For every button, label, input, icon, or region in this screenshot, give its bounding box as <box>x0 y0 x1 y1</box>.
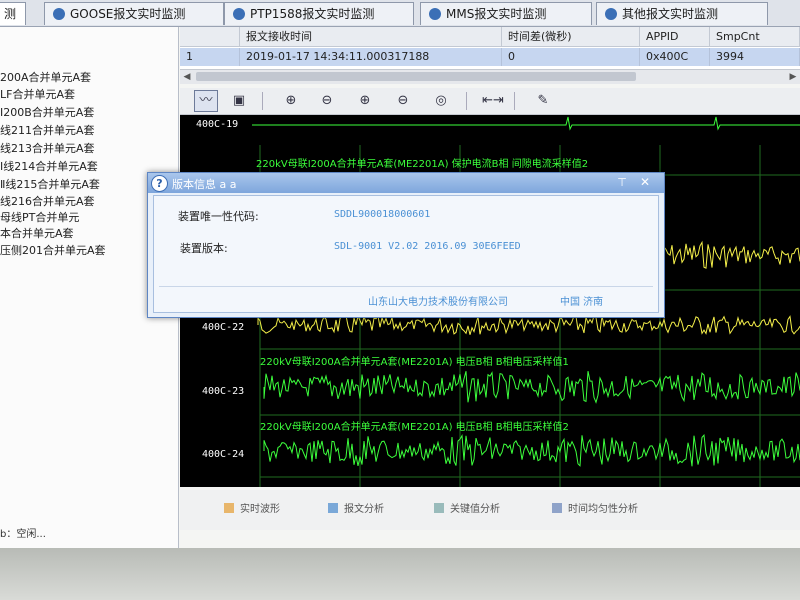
tab-ptp1588[interactable]: PTP1588报文实时监测 <box>224 2 414 25</box>
channel-title: 220kV母联Ⅰ200A合并单元A套(ME2201A) 电压B相 B相电压采样值… <box>260 357 569 368</box>
unique-code-value: SDDL900018000601 <box>334 209 431 220</box>
list-item[interactable]: 母线PT合并单元 <box>0 209 79 225</box>
channel-label: 400C-19 <box>196 119 239 130</box>
analysis-tabs: 实时波形 报文分析 关键值分析 时间均匀性分析 <box>180 490 800 530</box>
help-icon: ? <box>151 175 168 192</box>
toolbar-separator <box>466 92 467 110</box>
scroll-thumb[interactable] <box>196 72 636 81</box>
list-item[interactable]: LF合并单元A套 <box>0 86 75 102</box>
cell-index[interactable]: 1 <box>180 48 240 66</box>
dialog-body: 装置唯一性代码: SDDL900018000601 装置版本: SDL-9001… <box>153 195 659 313</box>
cell-appid[interactable]: 0x400C <box>640 48 710 66</box>
channel-label: 400C-23 <box>202 386 245 397</box>
monitor-bezel <box>0 548 800 600</box>
list-item[interactable]: 本合并单元A套 <box>0 225 74 241</box>
image-view-icon[interactable]: ▣ <box>228 91 250 111</box>
company-location: 中国 济南 <box>560 297 604 308</box>
list-item[interactable]: 线213合并单元A套 <box>0 140 95 156</box>
waveform-view-icon[interactable]: 〰 <box>194 90 218 112</box>
key-icon <box>434 503 444 513</box>
tab-bar: 测 GOOSE报文实时监测 PTP1588报文实时监测 MMS报文实时监测 其他… <box>0 0 800 27</box>
dialog-title: 版本信息 a a <box>172 178 237 191</box>
channel-trace <box>263 434 800 467</box>
channel-title: 220kV母联Ⅰ200A合并单元A套(ME2201A) 电压B相 B相电压采样值… <box>260 422 569 433</box>
tab-time-uniformity[interactable]: 时间均匀性分析 <box>552 500 638 515</box>
globe-icon <box>53 8 65 20</box>
list-item[interactable]: Ⅱ线215合并单元A套 <box>0 176 100 192</box>
tab-realtime-wave[interactable]: 实时波形 <box>224 500 280 515</box>
tab-goose[interactable]: GOOSE报文实时监测 <box>44 2 224 25</box>
tab-label: 其他报文实时监测 <box>622 7 719 21</box>
scroll-right-icon[interactable]: ▶ <box>786 70 800 84</box>
tab-label: GOOSE报文实时监测 <box>70 7 186 21</box>
zoom-in-x-icon[interactable]: ⊕ <box>354 91 376 111</box>
packet-table: 报文接收时间 时间差(微秒) APPID SmpCnt 1 2019-01-17… <box>180 27 800 69</box>
cell-diff[interactable]: 0 <box>502 48 640 66</box>
company-name: 山东山大电力技术股份有限公司 <box>368 297 508 308</box>
zoom-in-icon[interactable]: ⊕ <box>280 91 302 111</box>
tab-label: 关键值分析 <box>450 504 500 515</box>
zoom-out-icon[interactable]: ⊖ <box>316 91 338 111</box>
channel-label: 400C-24 <box>202 449 245 460</box>
list-item[interactable]: 线216合并单元A套 <box>0 193 95 209</box>
tab-label: 报文分析 <box>344 504 384 515</box>
column-header-diff[interactable]: 时间差(微秒) <box>502 27 640 47</box>
list-item[interactable]: Ⅰ200B合并单元A套 <box>0 104 94 120</box>
color-settings-icon[interactable]: ✎ <box>532 91 554 111</box>
column-header-time[interactable]: 报文接收时间 <box>240 27 502 47</box>
unique-code-label: 装置唯一性代码: <box>178 210 259 223</box>
clock-icon <box>552 503 562 513</box>
tab-label: 实时波形 <box>240 504 280 515</box>
zoom-reset-icon[interactable]: ◎ <box>430 91 452 111</box>
app-window: 测 GOOSE报文实时监测 PTP1588报文实时监测 MMS报文实时监测 其他… <box>0 0 800 548</box>
list-item[interactable]: 200A合并单元A套 <box>0 69 91 85</box>
divider <box>159 286 653 287</box>
channel-title: 220kV母联Ⅰ200A合并单元A套(ME2201A) 保护电流B相 间隙电流采… <box>256 159 589 170</box>
channel-trace <box>659 240 800 269</box>
tab-packet-analysis[interactable]: 报文分析 <box>328 500 384 515</box>
channel-trace <box>263 371 800 404</box>
toolbar-separator <box>514 92 515 110</box>
globe-icon <box>233 8 245 20</box>
column-header-appid[interactable]: APPID <box>640 27 710 47</box>
globe-icon <box>605 8 617 20</box>
column-header-index <box>180 27 240 47</box>
version-label: 装置版本: <box>180 242 228 255</box>
pin-icon[interactable]: ⊤ <box>614 175 630 190</box>
fit-range-icon[interactable]: ⇤⇥ <box>482 91 504 111</box>
scroll-left-icon[interactable]: ◀ <box>180 70 194 84</box>
tab-other[interactable]: 其他报文实时监测 <box>596 2 768 25</box>
waveform-toolbar: 〰 ▣ ⊕ ⊖ ⊕ ⊖ ◎ ⇤⇥ ✎ <box>180 88 800 115</box>
globe-icon <box>429 8 441 20</box>
channel-trace <box>257 314 800 335</box>
channel-label: 400C-22 <box>202 322 245 333</box>
cell-time[interactable]: 2019-01-17 14:34:11.000317188 <box>240 48 502 66</box>
wave-icon <box>224 503 234 513</box>
list-item[interactable]: 线211合并单元A套 <box>0 122 95 138</box>
toolbar-separator <box>262 92 263 110</box>
tab-realtime[interactable]: 测 <box>0 2 26 25</box>
tab-label: 时间均匀性分析 <box>568 504 638 515</box>
close-icon[interactable]: ✕ <box>636 175 654 190</box>
tab-label: MMS报文实时监测 <box>446 7 547 21</box>
column-header-smpcnt[interactable]: SmpCnt <box>710 27 800 47</box>
version-info-dialog: ? 版本信息 a a ⊤ ✕ 装置唯一性代码: SDDL900018000601… <box>147 172 665 318</box>
tab-label: PTP1588报文实时监测 <box>250 7 375 21</box>
zoom-out-x-icon[interactable]: ⊖ <box>392 91 414 111</box>
channel-trace <box>252 116 800 131</box>
tab-key-value-analysis[interactable]: 关键值分析 <box>434 500 500 515</box>
list-item[interactable]: 压侧201合并单元A套 <box>0 242 106 258</box>
dialog-titlebar[interactable]: ? 版本信息 a a ⊤ ✕ <box>148 173 664 193</box>
tab-label: 测 <box>3 7 16 21</box>
list-item[interactable]: Ⅰ线214合并单元A套 <box>0 158 98 174</box>
horizontal-scrollbar[interactable]: ◀ ▶ <box>180 69 800 84</box>
packet-icon <box>328 503 338 513</box>
status-text: b：空闲... <box>0 529 46 540</box>
tab-mms[interactable]: MMS报文实时监测 <box>420 2 592 25</box>
version-value: SDL-9001 V2.02 2016.09 30E6FEED <box>334 241 521 252</box>
cell-smpcnt[interactable]: 3994 <box>710 48 800 66</box>
